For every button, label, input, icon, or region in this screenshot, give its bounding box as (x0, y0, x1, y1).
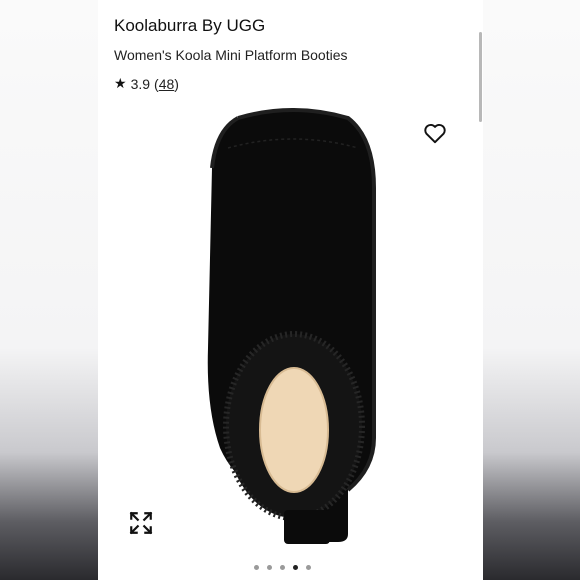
brand-name: Koolaburra By UGG (114, 16, 266, 35)
product-title: Women's Koola Mini Platform Booties (114, 47, 348, 63)
carousel-dot[interactable] (280, 565, 285, 570)
carousel-dots (254, 565, 311, 570)
product-card: Koolaburra By UGG Women's Koola Mini Pla… (98, 0, 483, 580)
rating: ★ 3.9 (48) (114, 75, 179, 92)
carousel-dot[interactable] (254, 565, 259, 570)
heart-icon[interactable] (422, 120, 448, 146)
background-right (483, 0, 580, 580)
review-count-link[interactable]: (48) (154, 76, 179, 92)
carousel-dot[interactable] (267, 565, 272, 570)
background-left (0, 0, 98, 580)
product-image[interactable] (198, 108, 388, 548)
expand-icon[interactable] (128, 510, 154, 536)
rating-value: 3.9 (130, 75, 151, 92)
star-icon: ★ (114, 75, 127, 91)
carousel-dot-active[interactable] (293, 565, 298, 570)
scrollbar[interactable] (479, 32, 482, 122)
review-count[interactable]: 48 (159, 76, 175, 92)
carousel-dot[interactable] (306, 565, 311, 570)
